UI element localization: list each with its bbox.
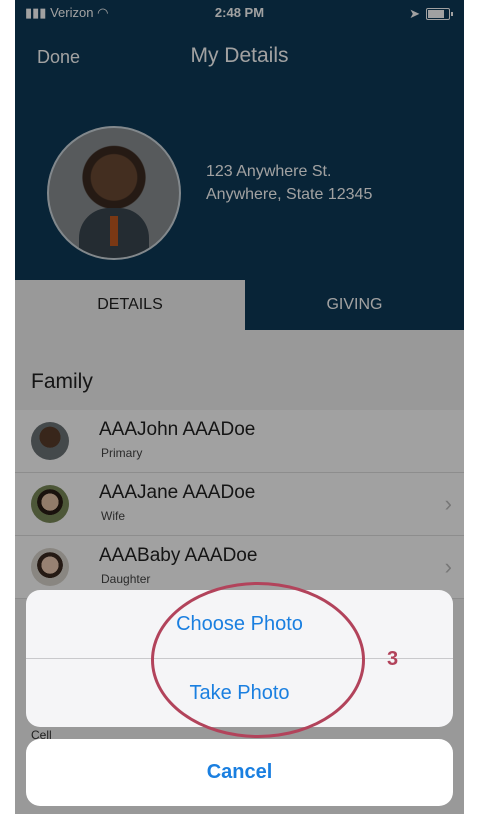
annotation-step-number: 3 xyxy=(387,648,399,670)
phone-screen: ▮▮▮ Verizon ◠ 2:48 PM ➤ Done My Details … xyxy=(15,0,464,814)
annotation-circle xyxy=(151,582,365,738)
cancel-button[interactable]: Cancel xyxy=(26,739,453,806)
